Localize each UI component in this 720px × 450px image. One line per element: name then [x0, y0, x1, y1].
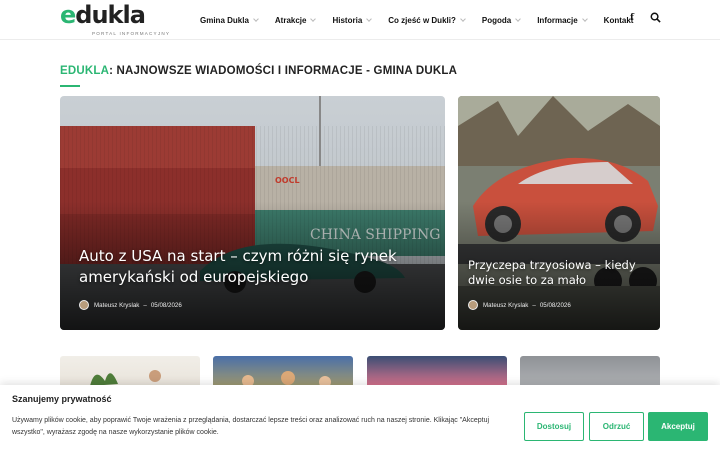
logo-subtitle: PORTAL INFORMACYJNY	[92, 31, 171, 36]
accept-button[interactable]: Akceptuj	[648, 412, 708, 441]
article-image-trailer	[458, 96, 660, 330]
reject-button[interactable]: Odrzuć	[589, 412, 644, 441]
section-title: EDUKLA: NAJNOWSZE WIADOMOŚCI I INFORMACJ…	[60, 65, 458, 77]
site-header: edukla PORTAL INFORMACYJNY Gmina Dukla A…	[0, 0, 720, 40]
customize-button[interactable]: Dostosuj	[524, 412, 584, 441]
chevron-down-icon	[581, 15, 588, 22]
main-nav: Gmina Dukla Atrakcje Historia Co zjeść w…	[200, 0, 650, 40]
side-article-card[interactable]: Przyczepa trzyosiowa – kiedy dwie osie t…	[458, 96, 660, 330]
logo-wordmark: edukla	[60, 1, 146, 29]
article-date: 05/08/2026	[539, 301, 571, 309]
article-author[interactable]: Mateusz Kryslak	[483, 302, 528, 309]
article-meta: Mateusz Kryslak – 05/08/2026	[468, 300, 571, 310]
chevron-down-icon	[515, 15, 522, 22]
nav-item-historia[interactable]: Historia	[332, 15, 373, 25]
nav-item-gmina-dukla[interactable]: Gmina Dukla	[200, 15, 259, 25]
site-logo[interactable]: edukla PORTAL INFORMACYJNY	[60, 1, 169, 38]
article-image-containers: OOCL CHINA SHIPPING	[60, 96, 445, 330]
header-icons: f	[630, 12, 661, 23]
avatar	[79, 300, 89, 310]
nav-item-informacje[interactable]: Informacje	[537, 15, 588, 25]
chevron-down-icon	[460, 15, 466, 22]
meta-separator: –	[143, 301, 147, 309]
article-meta: Mateusz Kryslak – 05/08/2026	[79, 300, 182, 310]
search-icon[interactable]	[650, 12, 661, 23]
chevron-down-icon	[253, 15, 259, 22]
title-underline	[60, 85, 80, 87]
cookie-consent-banner: Szanujemy prywatność Używamy plików cook…	[0, 385, 720, 450]
nav-item-kontakt[interactable]: Kontakt	[604, 16, 634, 25]
featured-article-card[interactable]: OOCL CHINA SHIPPING Auto z USA na start …	[60, 96, 445, 330]
cookie-title: Szanujemy prywatność	[12, 394, 112, 404]
facebook-icon[interactable]: f	[630, 13, 646, 23]
nav-item-atrakcje[interactable]: Atrakcje	[275, 15, 317, 25]
article-author[interactable]: Mateusz Kryslak	[94, 302, 139, 309]
cookie-text: Używamy plików cookie, aby poprawić Twoj…	[12, 417, 490, 436]
article-title[interactable]: Przyczepa trzyosiowa – kiedy dwie osie t…	[468, 258, 653, 288]
meta-separator: –	[532, 301, 536, 309]
chevron-down-icon	[366, 15, 373, 22]
nav-item-co-zjesc[interactable]: Co zjeść w Dukli?	[388, 15, 466, 25]
avatar	[468, 300, 478, 310]
article-date: 05/08/2026	[150, 301, 182, 309]
chevron-down-icon	[310, 15, 317, 22]
article-title[interactable]: Auto z USA na start – czym różni się ryn…	[79, 246, 409, 288]
nav-item-pogoda[interactable]: Pogoda	[482, 15, 522, 25]
